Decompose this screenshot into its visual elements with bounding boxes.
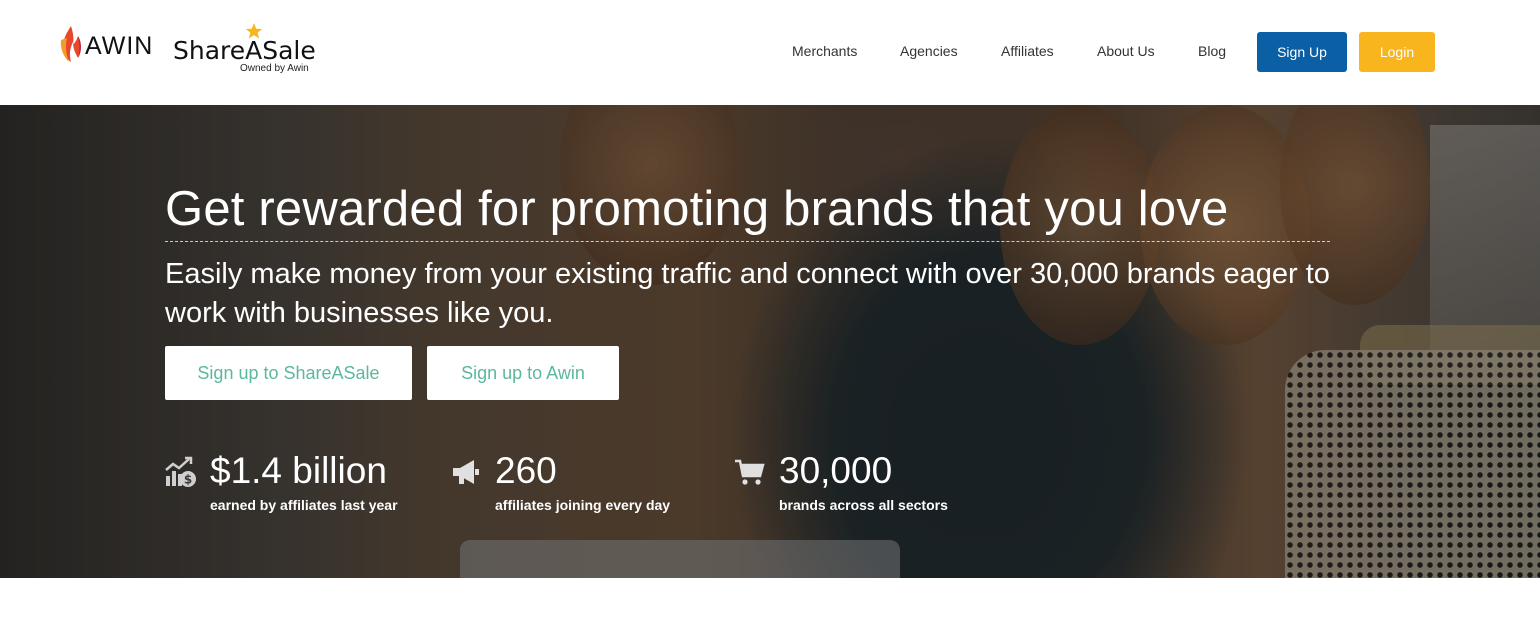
megaphone-icon xyxy=(453,460,479,484)
awin-flame-icon xyxy=(60,26,81,62)
hero-divider xyxy=(165,241,1330,242)
nav-item-agencies[interactable]: Agencies xyxy=(900,43,958,59)
stat-affiliates-value: 260 xyxy=(495,450,557,491)
stat-earnings-value: $1.4 billion xyxy=(210,450,387,491)
svg-text:$: $ xyxy=(184,473,192,487)
hero-section: Get rewarded for promoting brands that y… xyxy=(0,105,1540,578)
chart-dollar-icon: $ xyxy=(165,456,196,487)
nav-item-about-us[interactable]: About Us xyxy=(1097,43,1155,59)
stat-brands-value: 30,000 xyxy=(779,450,893,491)
shareasale-logo[interactable]: ShareASale Owned by Awin xyxy=(173,22,323,78)
shopping-cart-icon xyxy=(735,459,765,485)
sign-up-awin-button[interactable]: Sign up to Awin xyxy=(427,346,619,400)
nav-item-blog[interactable]: Blog xyxy=(1198,43,1226,59)
awin-logo-text: AWIN xyxy=(85,31,154,60)
sign-up-button[interactable]: Sign Up xyxy=(1257,32,1347,72)
sign-up-shareasale-button[interactable]: Sign up to ShareASale xyxy=(165,346,412,400)
shareasale-logo-text: ShareASale xyxy=(173,36,316,65)
stat-brands-label: brands across all sectors xyxy=(779,497,948,513)
hero-subtitle: Easily make money from your existing tra… xyxy=(165,258,1330,329)
owned-by-awin-text: Owned by Awin xyxy=(240,63,309,74)
hero-title: Get rewarded for promoting brands that y… xyxy=(165,182,1229,236)
stat-affiliates-label: affiliates joining every day xyxy=(495,497,671,513)
stat-earnings-label: earned by affiliates last year xyxy=(210,497,398,513)
site-header: AWIN ShareASale Owned by Awin Merchants … xyxy=(0,0,1540,105)
awin-logo[interactable]: AWIN xyxy=(58,24,153,64)
nav-item-merchants[interactable]: Merchants xyxy=(792,43,857,59)
nav-item-affiliates[interactable]: Affiliates xyxy=(1001,43,1054,59)
login-button[interactable]: Login xyxy=(1359,32,1435,72)
